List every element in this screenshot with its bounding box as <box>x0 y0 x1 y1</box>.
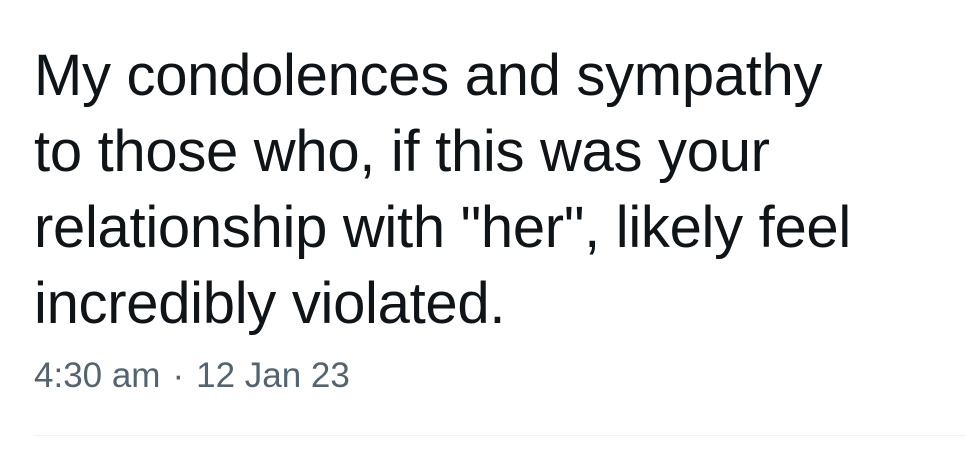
meta-separator: · <box>172 356 185 395</box>
tweet: My condolences and sympathy to those who… <box>34 38 965 398</box>
tweet-text: My condolences and sympathy to those who… <box>34 43 851 336</box>
tweet-date[interactable]: 12 Jan 23 <box>196 354 350 398</box>
divider <box>34 435 965 436</box>
tweet-time[interactable]: 4:30 am <box>34 354 160 398</box>
tweet-meta: 4:30 am · 12 Jan 23 <box>34 354 965 398</box>
